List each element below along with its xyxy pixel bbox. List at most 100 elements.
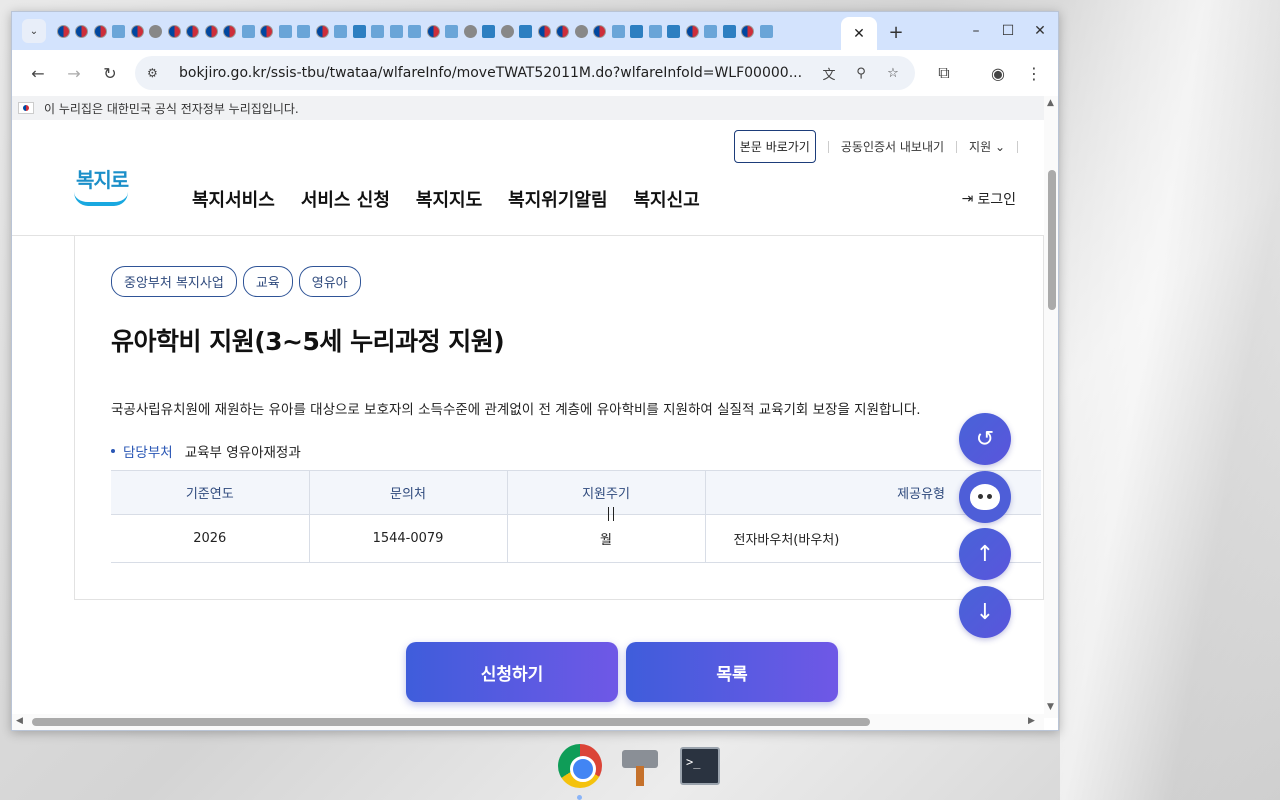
translate-icon[interactable]: 文 xyxy=(819,63,839,83)
forward-icon[interactable]: → xyxy=(62,61,86,85)
menu-item-service-apply[interactable]: 서비스 신청 xyxy=(301,186,390,212)
category-chips: 중앙부처 복지사업 교육 영유아 xyxy=(111,266,361,297)
new-tab-button[interactable]: + xyxy=(885,21,907,43)
running-indicator xyxy=(577,795,582,800)
tab-favicon[interactable] xyxy=(498,12,517,50)
menu-item-welfare-map[interactable]: 복지지도 xyxy=(416,186,482,212)
horizontal-scrollbar[interactable]: ◀ ▶ xyxy=(12,714,1044,730)
chip-ministry-program[interactable]: 중앙부처 복지사업 xyxy=(111,266,237,297)
back-icon[interactable]: ← xyxy=(26,61,50,85)
chatbot-icon xyxy=(970,484,1000,510)
browser-window: ⌄ ✕ + – ☐ ✕ ← → ↻ ⚙ bokjiro.go.kr/ssis-t… xyxy=(11,11,1059,731)
reload-icon[interactable]: ↻ xyxy=(98,61,122,85)
tab-favicon[interactable] xyxy=(202,12,221,50)
address-bar[interactable]: ⚙ bokjiro.go.kr/ssis-tbu/twataa/wlfareIn… xyxy=(135,56,915,90)
tab-favicon[interactable] xyxy=(591,12,610,50)
arrow-up-icon: ↑ xyxy=(975,541,995,567)
scroll-right-arrow-icon[interactable]: ▶ xyxy=(1028,716,1035,726)
apply-button[interactable]: 신청하기 xyxy=(406,642,618,702)
tab-favicon[interactable] xyxy=(369,12,388,50)
active-tab[interactable]: ✕ xyxy=(841,17,877,50)
tab-favicon[interactable] xyxy=(443,12,462,50)
tab-favicon[interactable] xyxy=(332,12,351,50)
site-settings-icon[interactable]: ⚙ xyxy=(147,66,167,80)
minimize-button[interactable]: – xyxy=(960,12,992,50)
list-button[interactable]: 목록 xyxy=(626,642,838,702)
tab-favicon[interactable] xyxy=(221,12,240,50)
tab-favicon[interactable] xyxy=(147,12,166,50)
tab-favicon[interactable] xyxy=(683,12,702,50)
vertical-scroll-thumb[interactable] xyxy=(1048,170,1056,310)
scroll-left-arrow-icon[interactable]: ◀ xyxy=(16,716,23,726)
table-header: 지원주기 xyxy=(507,470,706,515)
tab-favicon[interactable] xyxy=(295,12,314,50)
tab-favicon[interactable] xyxy=(480,12,499,50)
scroll-down-arrow-icon[interactable]: ▼ xyxy=(1047,702,1054,712)
tab-favicon[interactable] xyxy=(128,12,147,50)
gov-banner: 이 누리집은 대한민국 공식 전자정부 누리집입니다. xyxy=(12,96,1044,120)
login-label: 로그인 xyxy=(977,192,1016,208)
menu-item-crisis-alert[interactable]: 복지위기알림 xyxy=(508,186,607,212)
profile-icon[interactable]: ◉ xyxy=(986,61,1010,85)
tab-favicon[interactable] xyxy=(276,12,295,50)
gov-banner-text: 이 누리집은 대한민국 공식 전자정부 누리집입니다. xyxy=(44,101,299,116)
menu-item-welfare-report[interactable]: 복지신고 xyxy=(634,186,700,212)
page-viewport: 이 누리집은 대한민국 공식 전자정부 누리집입니다. 본문 바로가기 공동인증… xyxy=(12,96,1044,718)
chatbot-button[interactable] xyxy=(959,471,1011,523)
tab-favicon[interactable] xyxy=(258,12,277,50)
horizontal-scroll-thumb[interactable] xyxy=(32,718,870,726)
extensions-icon[interactable]: ⧉ xyxy=(932,61,956,85)
tab-favicon[interactable] xyxy=(406,12,425,50)
tab-favicon[interactable] xyxy=(609,12,628,50)
close-window-button[interactable]: ✕ xyxy=(1024,12,1056,50)
table-row: 2026 1544-0079 월 전자바우처(바우처) xyxy=(111,514,1041,563)
tab-favicon[interactable] xyxy=(535,12,554,50)
tab-favicon[interactable] xyxy=(461,12,480,50)
history-icon: ↺ xyxy=(975,426,995,452)
recent-history-button[interactable]: ↺ xyxy=(959,413,1011,465)
tools-taskbar-icon[interactable] xyxy=(616,742,664,790)
tab-favicon[interactable] xyxy=(313,12,332,50)
tab-favicon[interactable] xyxy=(91,12,110,50)
chrome-taskbar-icon[interactable] xyxy=(556,742,604,790)
tab-favicon[interactable] xyxy=(554,12,573,50)
tab-favicon[interactable] xyxy=(387,12,406,50)
tab-favicon[interactable] xyxy=(665,12,684,50)
tab-search-button[interactable]: ⌄ xyxy=(22,19,46,43)
tab-favicon[interactable] xyxy=(350,12,369,50)
terminal-taskbar-icon[interactable]: >_ xyxy=(676,742,724,790)
menu-kebab-icon[interactable]: ⋮ xyxy=(1022,61,1046,85)
tab-favicon[interactable] xyxy=(54,12,73,50)
menu-item-welfare-services[interactable]: 복지서비스 xyxy=(192,186,275,212)
scroll-bottom-button[interactable]: ↓ xyxy=(959,586,1011,638)
tab-favicon[interactable] xyxy=(239,12,258,50)
browser-toolbar: ← → ↻ ⚙ bokjiro.go.kr/ssis-tbu/twataa/wl… xyxy=(12,50,1058,96)
tab-favicon[interactable] xyxy=(517,12,536,50)
zoom-icon[interactable]: ⚲ xyxy=(851,63,871,83)
tab-favicon[interactable] xyxy=(110,12,129,50)
tab-favicon[interactable] xyxy=(572,12,591,50)
bookmark-star-icon[interactable]: ☆ xyxy=(883,63,903,83)
url-text[interactable]: bokjiro.go.kr/ssis-tbu/twataa/wlfareInfo… xyxy=(179,65,819,81)
scroll-up-arrow-icon[interactable]: ▲ xyxy=(1047,98,1054,108)
tab-favicon[interactable] xyxy=(165,12,184,50)
tab-favicon[interactable] xyxy=(424,12,443,50)
scroll-top-button[interactable]: ↑ xyxy=(959,528,1011,580)
login-button[interactable]: ⇥ 로그인 xyxy=(962,189,1016,209)
tab-close-icon[interactable]: ✕ xyxy=(853,26,865,42)
chip-infant[interactable]: 영유아 xyxy=(298,266,361,297)
tab-favicon[interactable] xyxy=(702,12,721,50)
bokjiro-logo[interactable]: 복지로 xyxy=(74,164,132,220)
tab-favicon[interactable] xyxy=(757,12,776,50)
tab-favicon[interactable] xyxy=(628,12,647,50)
vertical-scrollbar[interactable]: ▲ ▼ xyxy=(1044,96,1058,718)
maximize-button[interactable]: ☐ xyxy=(992,12,1024,50)
info-table: 기준연도 문의처 지원주기 제공유형 2026 1544-0079 월 전자바우… xyxy=(111,470,1041,563)
tab-favicon[interactable] xyxy=(184,12,203,50)
tab-favicon[interactable] xyxy=(720,12,739,50)
chip-education[interactable]: 교육 xyxy=(242,266,293,297)
page-title: 유아학비 지원(3~5세 누리과정 지원) xyxy=(111,327,505,356)
tab-favicon[interactable] xyxy=(646,12,665,50)
tab-favicon[interactable] xyxy=(739,12,758,50)
tab-favicon[interactable] xyxy=(73,12,92,50)
